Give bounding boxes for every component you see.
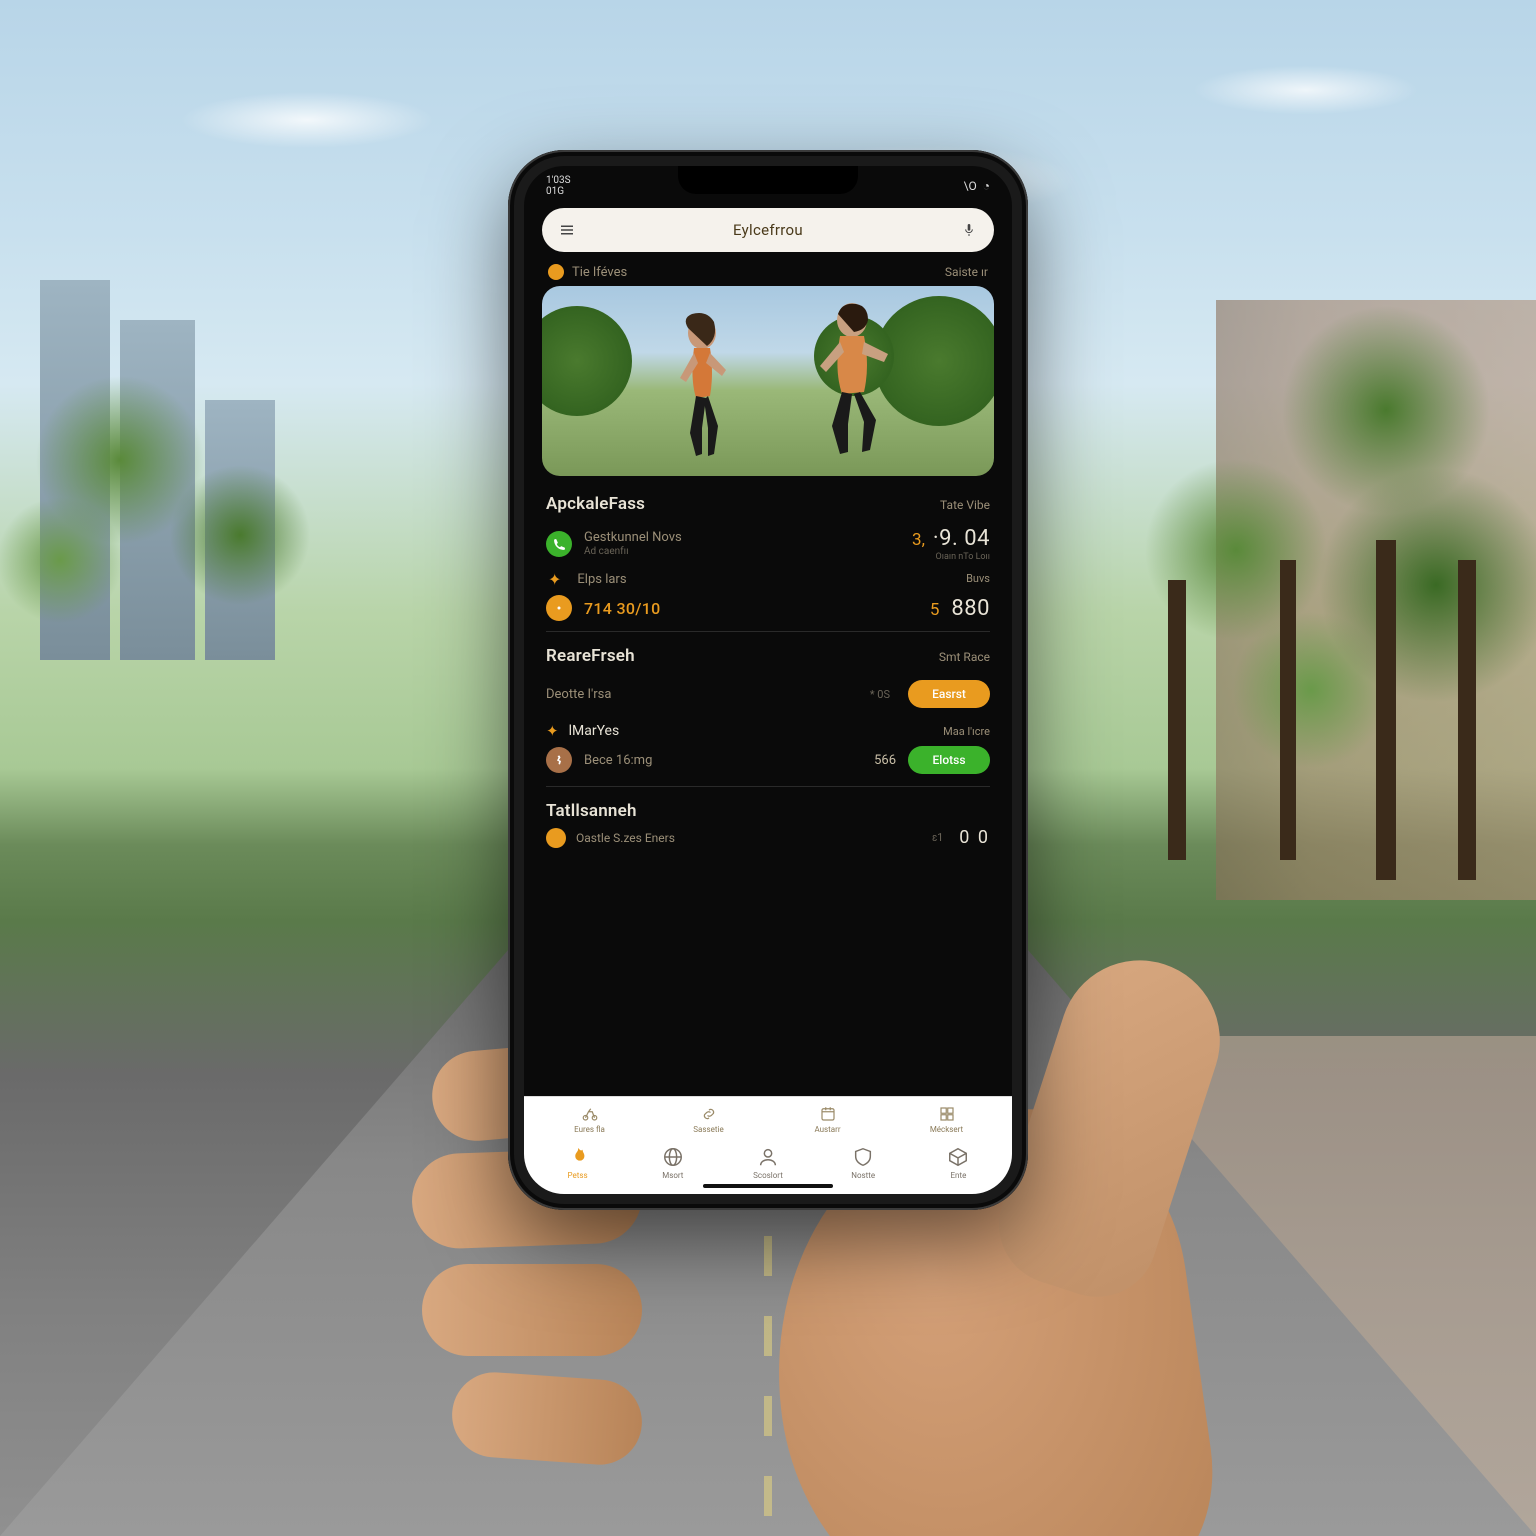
partial-value: 0 0 xyxy=(959,827,990,848)
metric-row-2b[interactable]: 714 30/10 5 880 xyxy=(524,595,1012,627)
tab-strip: Eures fla Sassetie Austarr xyxy=(524,1096,1012,1138)
search-bar[interactable]: Eylcefrrou xyxy=(542,208,994,252)
mic-icon[interactable] xyxy=(958,219,980,241)
nav-label: Scoslort xyxy=(753,1171,783,1180)
tab-label: Austarr xyxy=(814,1125,840,1134)
nav-item-home[interactable]: Petss xyxy=(530,1146,625,1180)
metric-big-value: 714 30/10 xyxy=(584,599,918,618)
globe-icon xyxy=(661,1146,685,1168)
sparkle-icon: ✦ xyxy=(546,722,559,740)
action-label: Deotte I'rsa xyxy=(546,687,858,702)
partial-mid: ɛ1 xyxy=(932,831,943,844)
metric-value: ·9. 04 xyxy=(933,526,990,551)
category-label: Tie lféves xyxy=(572,265,627,280)
metric-row-1[interactable]: Gestkunnel Novs Ad caenfıı 3, ·9. 04 Oıa… xyxy=(524,520,1012,568)
divider xyxy=(546,631,990,632)
nav-label: Petss xyxy=(568,1171,588,1180)
tab-item-4[interactable]: Mécksert xyxy=(887,1105,1006,1134)
section-link[interactable]: Smt Race xyxy=(939,650,990,664)
box-icon xyxy=(946,1146,970,1168)
tab-item-3[interactable]: Austarr xyxy=(768,1105,887,1134)
metric-caption: Oıaın nTo Loıı xyxy=(936,552,990,562)
section-title: Tatllsanneh xyxy=(546,801,637,821)
partial-row[interactable]: Oastle S.zes Eners ɛ1 0 0 xyxy=(524,823,1012,848)
tab-label: Sassetie xyxy=(693,1125,723,1134)
runner-illustration-2 xyxy=(792,298,922,458)
badge-row[interactable]: ✦ lMarYes Maa l'ıcre xyxy=(524,716,1012,742)
divider xyxy=(546,786,990,787)
nav-label: Msort xyxy=(662,1171,683,1180)
grid-icon xyxy=(937,1105,957,1123)
tab-item-1[interactable]: Eures fla xyxy=(530,1105,649,1134)
metric-value-small: 5 xyxy=(930,600,940,620)
partial-label: Oastle S.zes Eners xyxy=(576,831,922,845)
hero-card[interactable] xyxy=(542,286,994,476)
section-title: ReareFrseh xyxy=(546,646,635,666)
phone-icon xyxy=(546,531,572,557)
menu-icon[interactable] xyxy=(556,219,578,241)
status-time-1: 1'03S xyxy=(546,175,571,186)
shield-icon xyxy=(851,1146,875,1168)
bike-icon xyxy=(580,1105,600,1123)
metric-unit: Buvs xyxy=(966,572,990,585)
section-header-2: ReareFrseh Smt Race xyxy=(524,636,1012,672)
calendar-icon xyxy=(818,1105,838,1123)
status-time-2: 01G xyxy=(546,186,564,197)
user-icon xyxy=(756,1146,780,1168)
action-label: Bece 16:mg xyxy=(584,753,862,768)
dot-icon xyxy=(546,828,566,848)
metric-value: 880 xyxy=(951,596,990,621)
badge-row-side: Maa l'ıcre xyxy=(943,725,990,738)
category-dot-icon xyxy=(548,264,564,280)
sparkle-icon: ✦ xyxy=(546,570,565,589)
phone-frame: 1'03S 01G \O ◔ Eylcefrrou xyxy=(508,150,1028,1210)
category-right-label[interactable]: Saiste ır xyxy=(945,265,988,279)
section-header-3: Tatllsanneh xyxy=(524,791,1012,823)
runner-illustration-1 xyxy=(652,308,762,458)
phone-screen: 1'03S 01G \O ◔ Eylcefrrou xyxy=(524,166,1012,1194)
tab-item-2[interactable]: Sassetie xyxy=(649,1105,768,1134)
tab-label: Eures fla xyxy=(574,1125,605,1134)
status-battery-icon: ◔ xyxy=(983,179,990,193)
search-placeholder: Eylcefrrou xyxy=(588,221,948,239)
record-button[interactable]: Elotss xyxy=(908,746,990,774)
nav-item-5[interactable]: Ente xyxy=(911,1146,1006,1180)
metric-label: Gestkunnel Novs xyxy=(584,530,900,546)
flame-icon xyxy=(566,1146,590,1168)
action-mid-value: * 0S xyxy=(870,688,890,701)
section-title: ApckaleFass xyxy=(546,494,645,514)
metric-row-2[interactable]: ✦ Elps lars Buvs xyxy=(524,568,1012,595)
home-indicator[interactable] xyxy=(703,1184,833,1188)
section-header-1: ApckaleFass Tate Vibe xyxy=(524,484,1012,520)
status-signal-icon: \O xyxy=(964,179,977,193)
tab-label: Mécksert xyxy=(930,1125,963,1134)
nav-label: Nostte xyxy=(851,1171,875,1180)
activity-icon xyxy=(546,595,572,621)
link-icon xyxy=(699,1105,719,1123)
metric-sublabel: Ad caenfıı xyxy=(584,546,900,558)
category-row: Tie lféves Saiste ır xyxy=(524,262,1012,286)
metric-label: Elps lars xyxy=(577,572,954,588)
nav-item-3[interactable]: Scoslort xyxy=(720,1146,815,1180)
action-row-2: Bece 16:mg 566 Elotss xyxy=(524,742,1012,782)
start-button[interactable]: Easrst xyxy=(908,680,990,708)
action-mid-value: 566 xyxy=(874,753,896,768)
nav-label: Ente xyxy=(951,1171,967,1180)
nav-item-2[interactable]: Msort xyxy=(625,1146,720,1180)
phone-notch xyxy=(678,166,858,194)
background-scene: 1'03S 01G \O ◔ Eylcefrrou xyxy=(0,0,1536,1536)
action-row-1: Deotte I'rsa * 0S Easrst xyxy=(524,672,1012,716)
section-link[interactable]: Tate Vibe xyxy=(940,498,990,512)
badge-row-title: lMarYes xyxy=(569,723,934,739)
metric-value-prefix: 3, xyxy=(912,530,925,550)
run-icon xyxy=(546,747,572,773)
nav-item-4[interactable]: Nostte xyxy=(816,1146,911,1180)
